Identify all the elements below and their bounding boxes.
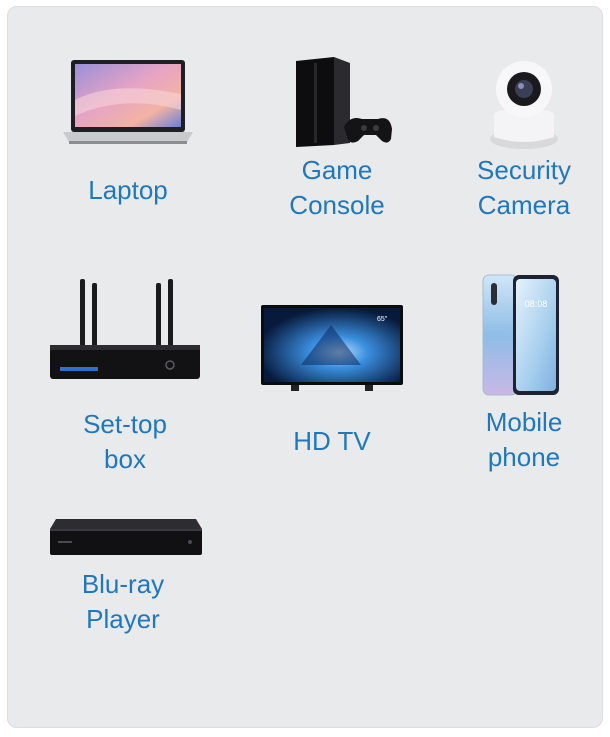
- game-console-label: Game Console: [289, 155, 385, 220]
- device-compatibility-panel: Laptop Game Console Security Camera Set-…: [7, 6, 603, 728]
- mobile-phone-label: Mobile phone: [485, 407, 563, 472]
- laptop-icon: [63, 60, 193, 144]
- hd-tv-label: HD TV: [293, 426, 371, 456]
- bluray-player-icon: [50, 519, 202, 555]
- security-camera-icon: [490, 61, 558, 149]
- security-camera-label: Security Camera: [477, 155, 571, 220]
- laptop-label: Laptop: [88, 175, 168, 205]
- mobile-phone-icon: 08:08: [482, 274, 559, 396]
- phone-clock: 08:08: [525, 299, 548, 309]
- game-console-icon: [296, 57, 392, 147]
- set-top-box-icon: [50, 279, 200, 379]
- bluray-player-label: Blu-ray Player: [81, 569, 165, 634]
- tv-size-badge: 65": [377, 316, 388, 323]
- tv-icon: 65": [261, 305, 403, 391]
- set-top-box-label: Set-top box: [83, 409, 167, 474]
